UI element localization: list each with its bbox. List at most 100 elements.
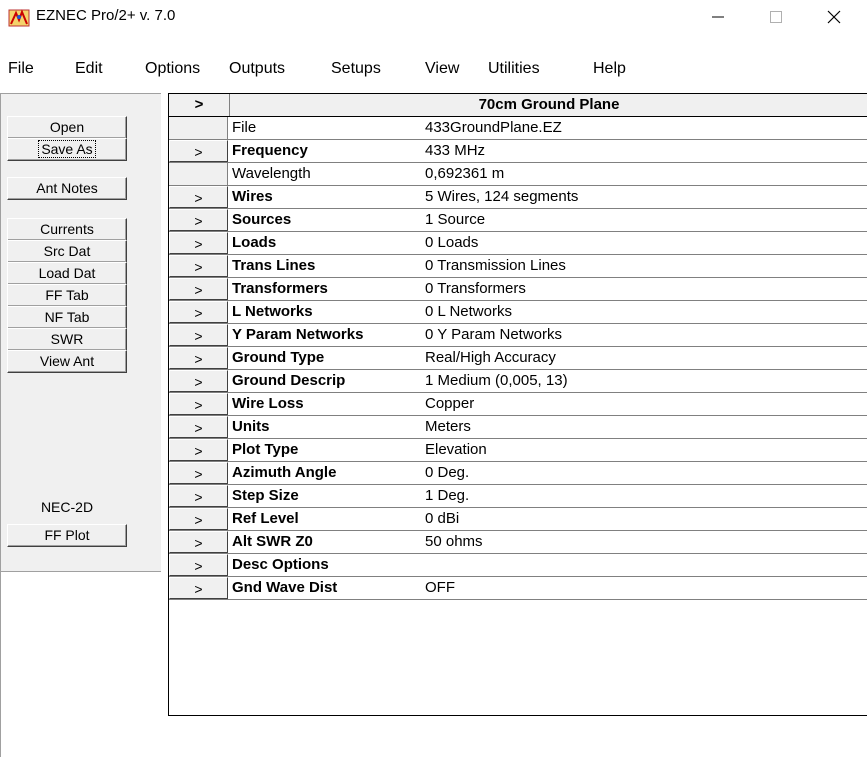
grid-row[interactable]: > L Networks 0 L Networks xyxy=(169,301,867,324)
menu-utilities[interactable]: Utilities xyxy=(488,56,540,82)
row-label: Alt SWR Z0 xyxy=(232,533,313,550)
save-as-button[interactable]: Save As xyxy=(7,138,127,161)
save-as-button-label: Save As xyxy=(38,140,96,158)
row-expand-button[interactable]: > xyxy=(169,508,228,530)
row-expand-button[interactable]: > xyxy=(169,462,228,484)
row-expand-button[interactable]: > xyxy=(169,186,228,208)
grid-row[interactable]: > Gnd Wave Dist OFF xyxy=(169,577,867,600)
row-expand-button[interactable]: > xyxy=(169,485,228,507)
row-label: Ref Level xyxy=(232,510,299,527)
grid-row[interactable]: Wavelength 0,692361 m xyxy=(169,163,867,186)
menu-outputs[interactable]: Outputs xyxy=(229,56,285,82)
antenna-title[interactable]: 70cm Ground Plane xyxy=(169,94,809,116)
row-value: 0 dBi xyxy=(425,510,460,527)
menu-edit[interactable]: Edit xyxy=(75,56,103,82)
row-expand-button[interactable]: > xyxy=(169,140,228,162)
menu-file[interactable]: File xyxy=(8,56,34,82)
command-button-panel: Open Save As Ant Notes Currents Src Dat … xyxy=(0,93,161,572)
row-label: Step Size xyxy=(232,487,299,504)
row-expand-button[interactable]: > xyxy=(169,347,228,369)
grid-row[interactable]: > Alt SWR Z0 50 ohms xyxy=(169,531,867,554)
grid-row[interactable]: > Ref Level 0 dBi xyxy=(169,508,867,531)
view-ant-button[interactable]: View Ant xyxy=(7,350,127,373)
header-expand-button[interactable]: > xyxy=(169,94,230,116)
row-expand-button[interactable]: > xyxy=(169,301,228,323)
grid-row[interactable]: > Loads 0 Loads xyxy=(169,232,867,255)
menu-view[interactable]: View xyxy=(425,56,459,82)
row-value: Copper xyxy=(425,395,475,412)
nf-tab-button[interactable]: NF Tab xyxy=(7,306,127,329)
menu-options[interactable]: Options xyxy=(145,56,200,82)
row-expand-button[interactable]: > xyxy=(169,324,228,346)
grid-row[interactable]: > Step Size 1 Deg. xyxy=(169,485,867,508)
open-button[interactable]: Open xyxy=(7,116,127,139)
row-expand-button[interactable]: > xyxy=(169,209,228,231)
grid-row[interactable]: > Ground Type Real/High Accuracy xyxy=(169,347,867,370)
row-label: Ground Descrip xyxy=(232,372,346,389)
row-label: Azimuth Angle xyxy=(232,464,337,481)
row-button-blank xyxy=(169,117,228,139)
row-expand-button[interactable]: > xyxy=(169,232,228,254)
row-expand-button[interactable]: > xyxy=(169,393,228,415)
grid-row[interactable]: File 433GroundPlane.EZ xyxy=(169,117,867,140)
row-expand-button[interactable]: > xyxy=(169,370,228,392)
row-expand-button[interactable]: > xyxy=(169,554,228,576)
row-label: Wires xyxy=(232,188,273,205)
grid-row[interactable]: > Wires 5 Wires, 124 segments xyxy=(169,186,867,209)
eznec-app-icon xyxy=(8,9,30,27)
swr-button-label: SWR xyxy=(50,331,84,347)
grid-row[interactable]: > Sources 1 Source xyxy=(169,209,867,232)
row-label: Plot Type xyxy=(232,441,299,458)
ff-tab-button-label: FF Tab xyxy=(45,287,89,303)
row-value: 0 Transformers xyxy=(425,280,526,297)
grid-row[interactable]: > Azimuth Angle 0 Deg. xyxy=(169,462,867,485)
antenna-summary-grid: 70cm Ground Plane > File 433GroundPlane.E… xyxy=(168,93,867,716)
ant-notes-button[interactable]: Ant Notes xyxy=(7,177,127,200)
close-button[interactable] xyxy=(805,0,863,34)
row-label: Ground Type xyxy=(232,349,325,366)
grid-row[interactable]: > Units Meters xyxy=(169,416,867,439)
row-expand-button[interactable]: > xyxy=(169,278,228,300)
currents-button[interactable]: Currents xyxy=(7,218,127,241)
row-value: 0,692361 m xyxy=(425,165,505,182)
row-expand-button[interactable]: > xyxy=(169,439,228,461)
row-label: Trans Lines xyxy=(232,257,316,274)
grid-row[interactable]: > Plot Type Elevation xyxy=(169,439,867,462)
load-dat-button[interactable]: Load Dat xyxy=(7,262,127,285)
window-left-edge xyxy=(0,570,1,757)
view-ant-button-label: View Ant xyxy=(39,353,95,369)
row-label: Transformers xyxy=(232,280,328,297)
grid-row[interactable]: > Desc Options xyxy=(169,554,867,577)
row-label: File xyxy=(232,119,257,136)
grid-row[interactable]: > Wire Loss Copper xyxy=(169,393,867,416)
grid-row[interactable]: > Ground Descrip 1 Medium (0,005, 13) xyxy=(169,370,867,393)
currents-button-label: Currents xyxy=(40,221,94,237)
row-value: 5 Wires, 124 segments xyxy=(425,188,579,205)
ff-tab-button[interactable]: FF Tab xyxy=(7,284,127,307)
ff-plot-button[interactable]: FF Plot xyxy=(7,524,127,547)
row-value: OFF xyxy=(425,579,455,596)
grid-row[interactable]: > Y Param Networks 0 Y Param Networks xyxy=(169,324,867,347)
minimize-button[interactable] xyxy=(689,0,747,34)
title-bar[interactable]: EZNEC Pro/2+ v. 7.0 xyxy=(0,0,867,34)
row-value: 433 MHz xyxy=(425,142,486,159)
row-expand-button[interactable]: > xyxy=(169,255,228,277)
grid-row[interactable]: > Trans Lines 0 Transmission Lines xyxy=(169,255,867,278)
row-expand-button[interactable]: > xyxy=(169,416,228,438)
menu-help[interactable]: Help xyxy=(593,56,626,82)
row-value: 1 Deg. xyxy=(425,487,470,504)
row-expand-button[interactable]: > xyxy=(169,577,228,599)
src-dat-button[interactable]: Src Dat xyxy=(7,240,127,263)
row-value: Meters xyxy=(425,418,471,435)
row-expand-button[interactable]: > xyxy=(169,531,228,553)
open-button-label: Open xyxy=(49,119,85,135)
grid-row[interactable]: > Transformers 0 Transformers xyxy=(169,278,867,301)
menu-setups[interactable]: Setups xyxy=(331,56,381,82)
grid-row[interactable]: > Frequency 433 MHz xyxy=(169,140,867,163)
src-dat-button-label: Src Dat xyxy=(43,243,91,259)
row-label: Wavelength xyxy=(232,165,311,182)
row-value: 0 Y Param Networks xyxy=(425,326,562,343)
maximize-button[interactable] xyxy=(747,0,805,34)
swr-button[interactable]: SWR xyxy=(7,328,127,351)
ant-notes-button-label: Ant Notes xyxy=(36,180,98,196)
